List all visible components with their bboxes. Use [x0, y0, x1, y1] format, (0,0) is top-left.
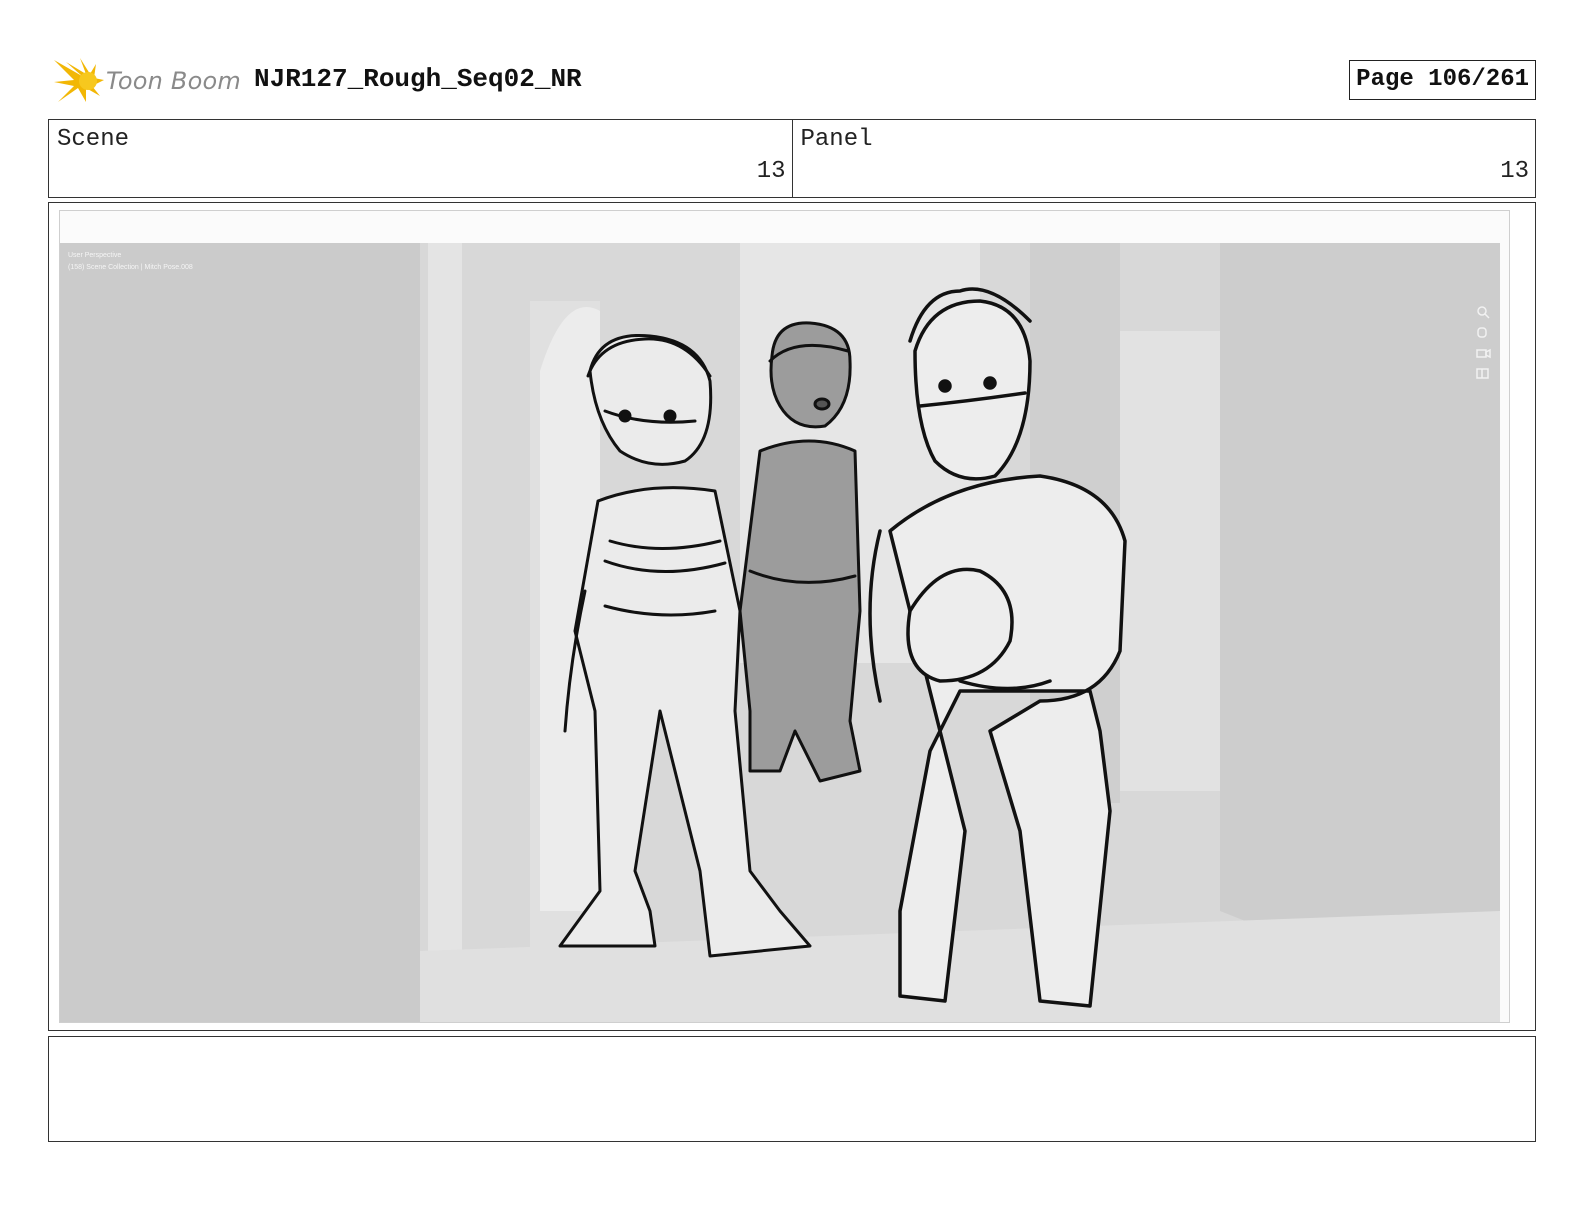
viewport-label: User Perspective [68, 252, 121, 259]
scene-cell: Scene 13 [49, 120, 792, 197]
page-header: Toon Boom NJR127_Rough_Seq02_NR Page 106… [48, 54, 1536, 108]
scene-panel-info: Scene 13 Panel 13 [48, 119, 1536, 198]
storyboard-panel-frame: User Perspective (158) Scene Collection … [48, 202, 1536, 1031]
page-indicator: Page 106/261 [1349, 60, 1536, 100]
panel-label: Panel [800, 126, 873, 153]
toon-boom-logo: Toon Boom [52, 54, 241, 108]
panel-number: 13 [1500, 158, 1529, 185]
sketch-canvas: User Perspective (158) Scene Collection … [60, 243, 1500, 1022]
right-doorway [1120, 331, 1220, 791]
panel-cell: Panel 13 [791, 120, 1536, 197]
scene-label: Scene [57, 126, 130, 153]
left-wall [60, 243, 420, 1022]
right-wall [1220, 243, 1500, 1022]
pillar [428, 243, 462, 1013]
notes-box [48, 1036, 1536, 1142]
toon-boom-star-icon [54, 58, 104, 102]
document-title: NJR127_Rough_Seq02_NR [254, 64, 582, 94]
viewport-collection: (158) Scene Collection | Mitch Pose.008 [68, 264, 193, 271]
scene-number: 13 [756, 158, 786, 185]
storyboard-drawing: User Perspective (158) Scene Collection … [59, 210, 1510, 1023]
logo-text: Toon Boom [106, 67, 241, 95]
